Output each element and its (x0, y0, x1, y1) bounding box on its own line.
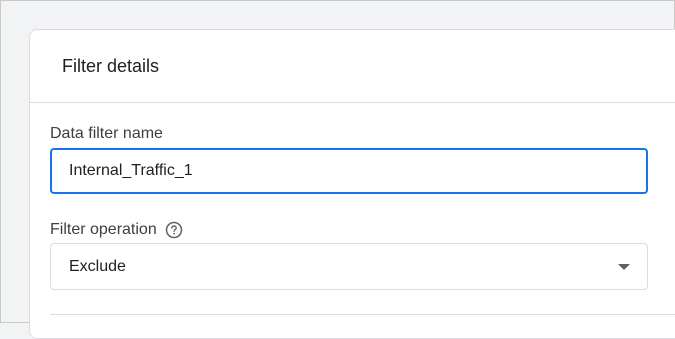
help-circle-icon[interactable] (165, 221, 183, 239)
page-frame: Filter details Data filter name Filter o… (0, 0, 675, 339)
filter-operation-select[interactable]: Exclude (50, 243, 648, 290)
filter-details-card: Filter details Data filter name Filter o… (29, 29, 675, 339)
filter-operation-selected-value: Exclude (69, 257, 126, 275)
data-filter-name-input[interactable] (50, 148, 648, 194)
dropdown-arrow-icon (617, 262, 631, 272)
data-filter-name-label: Data filter name (50, 125, 163, 143)
filter-operation-label: Filter operation (50, 221, 183, 239)
data-filter-name-label-text: Data filter name (50, 125, 163, 142)
filter-operation-label-text: Filter operation (50, 221, 157, 238)
section-divider (50, 314, 675, 315)
card-title: Filter details (62, 55, 160, 76)
card-header: Filter details (30, 30, 675, 103)
